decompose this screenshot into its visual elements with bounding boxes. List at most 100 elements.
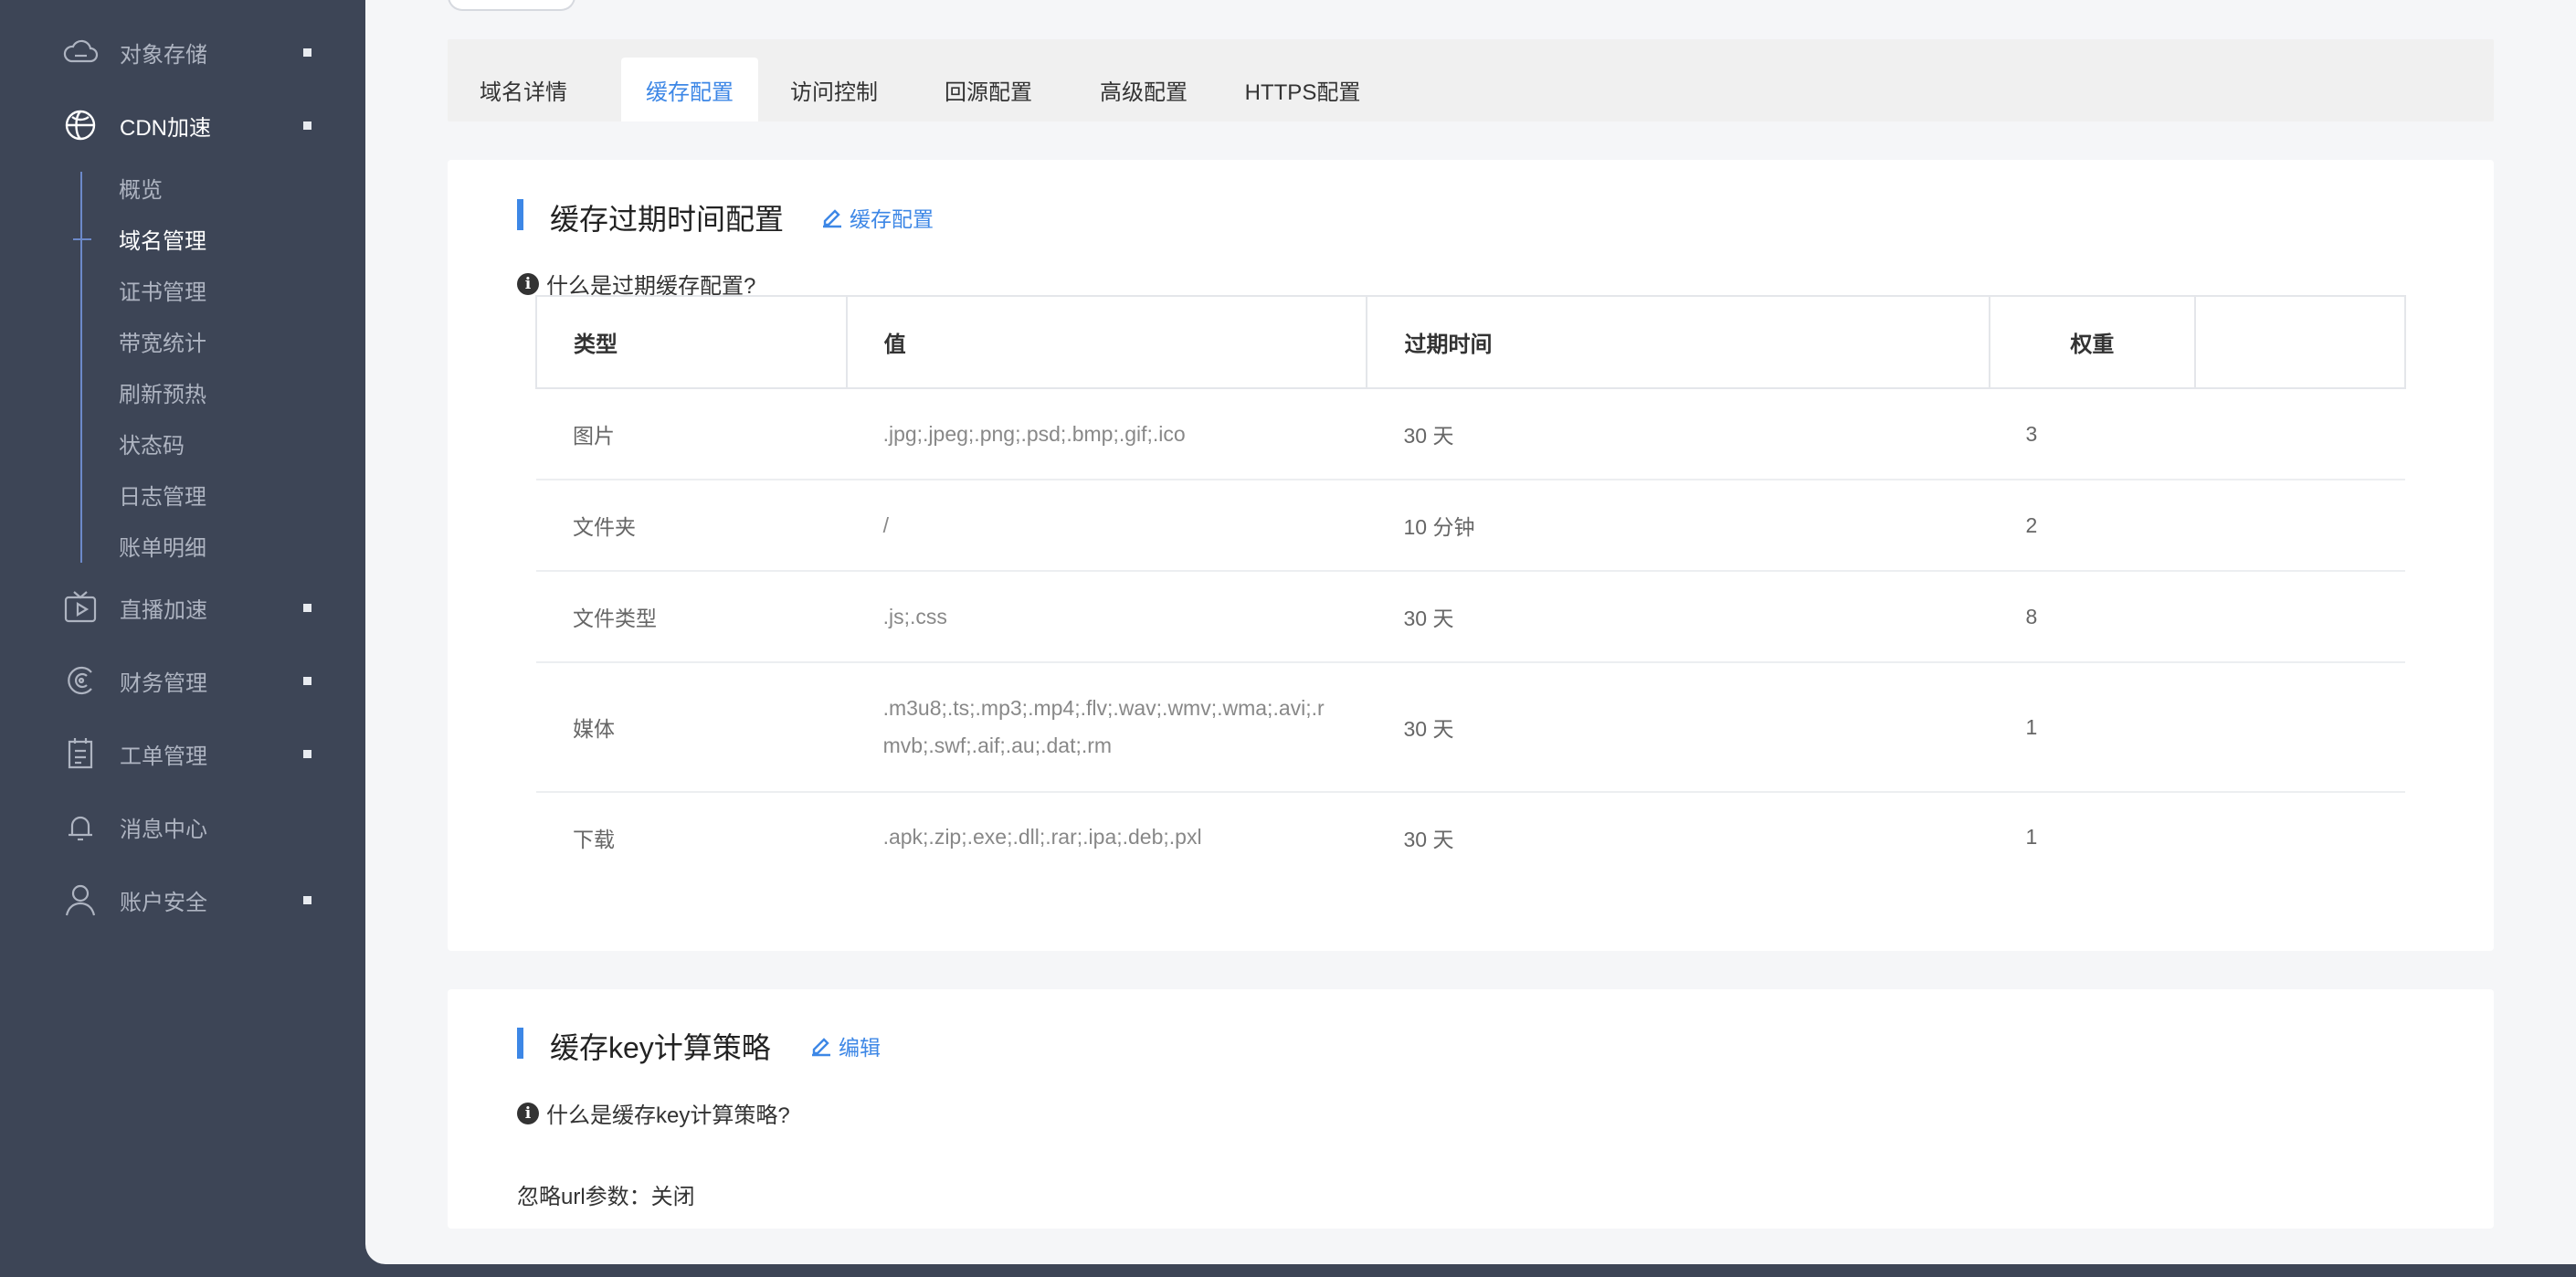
table-row: 图片 .jpg;.jpeg;.png;.psd;.bmp;.gif;.ico 3… [536, 388, 2405, 480]
sidebar-item-messages[interactable]: 消息中心 [0, 790, 365, 863]
tab-https-config[interactable]: HTTPS配置 [1239, 58, 1367, 121]
cell-value-line: mvb;.swf;.aif;.au;.dat;.rm [882, 733, 1113, 757]
section-title: 缓存过期时间配置 [550, 203, 785, 236]
sidebar-subitem-certificates[interactable]: 证书管理 [119, 271, 206, 308]
tab-advanced-config[interactable]: 高级配置 [1093, 58, 1194, 121]
ignore-url-params-value: 关闭 [650, 1185, 695, 1209]
cell-value-line: .m3u8;.ts;.mp3;.mp4;.flv;.wav;.wmv;.wma;… [882, 696, 1325, 720]
tab-domain-details[interactable]: 域名详情 [475, 58, 572, 121]
column-header-weight: 权重 [1988, 295, 2197, 389]
sidebar-item-live[interactable]: 直播加速 [0, 571, 365, 644]
tab-origin-config[interactable]: 回源配置 [938, 58, 1039, 121]
cache-expiry-table: 类型 值 过期时间 权重 图片 .jpg;.jpeg;.png;.psd;.bm… [535, 295, 2406, 881]
section-accent-bar [517, 1028, 523, 1059]
table-row: 下载 .apk;.zip;.exe;.dll;.rar;.ipa;.deb;.p… [536, 792, 2405, 881]
submenu-active-tick [73, 238, 91, 240]
sidebar-subitem-overview[interactable]: 概览 [119, 169, 163, 206]
sidebar-item-label: 消息中心 [120, 817, 207, 842]
tab-cache-config[interactable]: 缓存配置 [621, 58, 758, 121]
sidebar-item-label: CDN加速 [120, 115, 211, 141]
sidebar-item-tickets[interactable]: 工单管理 [0, 717, 365, 790]
sidebar-item-account-security[interactable]: 账户安全 [0, 863, 365, 936]
expand-dot-icon [303, 47, 311, 57]
cell-weight: 2 [1989, 480, 2196, 572]
sidebar-item-label: 财务管理 [120, 670, 207, 696]
section-accent-bar [517, 199, 523, 230]
table-row: 文件夹 / 10 分钟 2 [536, 480, 2405, 572]
edit-pencil-icon [812, 1038, 830, 1057]
sidebar-item-object-storage[interactable]: 对象存储 [0, 16, 365, 89]
tab-access-control[interactable]: 访问控制 [784, 58, 884, 121]
ticket-icon [60, 733, 100, 774]
cell-value: .m3u8;.ts;.mp3;.mp4;.flv;.wav;.wmv;.wma;… [846, 662, 1367, 793]
expand-dot-icon [303, 603, 311, 612]
column-header-type: 类型 [535, 295, 848, 389]
cell-actions [2195, 662, 2405, 793]
edit-link-label: 编辑 [839, 1036, 881, 1060]
info-icon: i [517, 1102, 539, 1124]
cell-value: / [846, 480, 1367, 572]
cell-actions [2195, 571, 2405, 663]
expand-dot-icon [303, 676, 311, 685]
info-icon: i [517, 272, 539, 295]
sidebar-subitem-bandwidth[interactable]: 带宽统计 [119, 322, 206, 359]
cell-expire: 30 天 [1367, 571, 1990, 663]
sidebar-item-label: 直播加速 [120, 597, 207, 623]
table-row: 文件类型 .js;.css 30 天 8 [536, 571, 2405, 663]
edit-cache-key-link[interactable]: 编辑 [809, 1030, 881, 1061]
cell-value: .apk;.zip;.exe;.dll;.rar;.ipa;.deb;.pxl [882, 825, 1202, 849]
column-header-actions [2194, 295, 2406, 389]
edit-pencil-icon [823, 209, 841, 228]
sidebar-subitem-status-codes[interactable]: 状态码 [119, 425, 185, 461]
cell-type: 媒体 [536, 662, 847, 793]
sidebar-item-label: 工单管理 [120, 744, 207, 769]
sidebar-item-label: 账户安全 [120, 890, 207, 915]
cell-weight: 1 [1989, 662, 2196, 793]
table-header-row: 类型 值 过期时间 权重 [535, 295, 2406, 389]
cell-type: 文件夹 [536, 480, 847, 572]
sidebar-subitem-logs[interactable]: 日志管理 [119, 476, 206, 512]
bell-icon [60, 807, 100, 847]
section-title: 缓存key计算策略 [550, 1031, 771, 1064]
edit-cache-config-link[interactable]: 缓存配置 [820, 202, 934, 233]
edit-link-label: 缓存配置 [850, 207, 934, 231]
sidebar-item-finance[interactable]: 财务管理 [0, 644, 365, 717]
main-content: 域名详情 缓存配置 访问控制 回源配置 高级配置 HTTPS配置 缓存过期时间配… [365, 0, 2576, 1264]
cell-value: .js;.css [846, 571, 1367, 663]
expand-dot-icon [303, 749, 311, 758]
ignore-url-params-label: 忽略url参数： [517, 1185, 651, 1209]
cell-expire: 30 天 [1367, 662, 1990, 793]
user-icon [60, 880, 100, 920]
cell-weight: 3 [1989, 388, 2196, 480]
globe-icon [60, 105, 100, 145]
cell-type: 下载 [573, 827, 615, 851]
tab-bar: 域名详情 缓存配置 访问控制 回源配置 高级配置 HTTPS配置 [448, 39, 2494, 121]
column-header-value: 值 [845, 295, 1368, 389]
cell-actions [2195, 388, 2405, 480]
submenu-line [80, 172, 82, 563]
cell-type: 图片 [536, 388, 847, 480]
sidebar-item-label: 对象存储 [120, 42, 207, 68]
finance-icon [60, 660, 100, 701]
cell-weight: 8 [1989, 571, 2196, 663]
help-link[interactable]: i 什么是缓存key计算策略? [517, 1097, 790, 1129]
cache-expiry-card: 缓存过期时间配置 缓存配置 i 什么是过期缓存配置? 类型 值 过期时间 权重 [448, 160, 2494, 951]
cell-actions [2195, 480, 2405, 572]
sidebar-subitem-refresh-prefetch[interactable]: 刷新预热 [119, 374, 206, 410]
back-button[interactable] [448, 0, 575, 11]
cell-type: 文件类型 [536, 571, 847, 663]
tv-play-icon [60, 587, 100, 628]
sidebar-subitem-domain-management[interactable]: 域名管理 [119, 220, 206, 257]
sidebar-item-cdn[interactable]: CDN加速 [0, 89, 365, 162]
table-row: 媒体 .m3u8;.ts;.mp3;.mp4;.flv;.wav;.wmv;.w… [536, 662, 2405, 793]
cell-expire: 30 天 [1403, 827, 1454, 851]
cell-weight: 1 [2025, 825, 2038, 849]
help-text: 什么是缓存key计算策略? [546, 1103, 790, 1128]
expand-dot-icon [303, 895, 311, 904]
sidebar-subitem-billing[interactable]: 账单明细 [119, 527, 206, 564]
cell-value: .jpg;.jpeg;.png;.psd;.bmp;.gif;.ico [846, 388, 1367, 480]
ignore-url-params-row: 忽略url参数：关闭 [517, 1178, 695, 1210]
column-header-expire: 过期时间 [1366, 295, 1990, 389]
expand-dot-icon [303, 121, 311, 130]
cell-expire: 30 天 [1367, 388, 1990, 480]
